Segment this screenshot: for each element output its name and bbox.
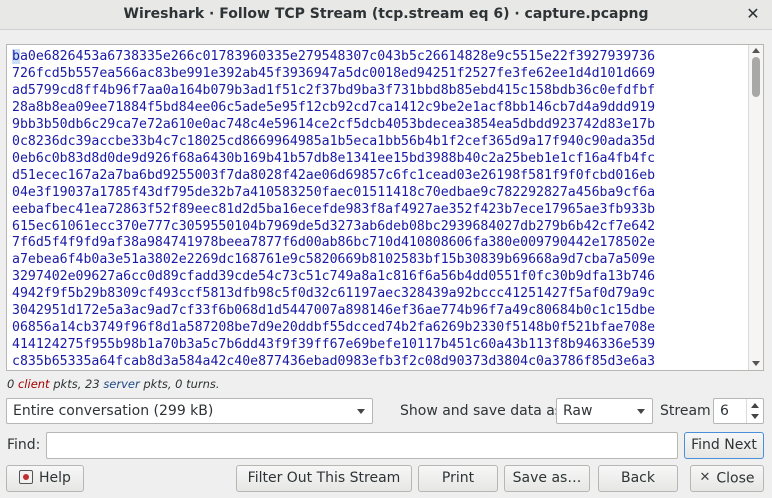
stream-line: ad5799cd8ff4b96f7aa0a164b079b3ad1f51c2f3… bbox=[12, 82, 656, 98]
chevron-down-icon bbox=[357, 409, 365, 414]
spinner-divider bbox=[746, 399, 747, 423]
find-next-button[interactable]: Find Next bbox=[684, 432, 764, 459]
help-label: Help bbox=[39, 470, 71, 486]
help-icon bbox=[19, 470, 34, 484]
save-as-button[interactable]: Save as… bbox=[504, 465, 590, 492]
stream-content-view[interactable]: ba0e6826453a6738335e266c01783960335e2795… bbox=[6, 44, 764, 371]
stream-scrollbar[interactable] bbox=[748, 45, 763, 370]
stream-line: 28a8b8ea09ee71884f5bd84ee06c5ade5e95f12c… bbox=[12, 99, 656, 115]
data-format-select[interactable]: Raw bbox=[556, 398, 653, 424]
stream-line: c835b65335a64fcab8d3a584a42c40e877436eba… bbox=[12, 354, 656, 369]
stream-line: d51ecec167a2a7ba6bd9255003f7da8028f42ae0… bbox=[12, 167, 656, 183]
scrollbar-thumb[interactable] bbox=[752, 57, 760, 97]
stream-line: 7f6d5f4f9fd9af38a984741978beea7877f6d00a… bbox=[12, 235, 656, 251]
stream-line: 06856a14cb3749f96f8d1a587208be7d9e20ddbf… bbox=[12, 320, 656, 336]
back-label: Back bbox=[621, 470, 655, 486]
conversation-select[interactable]: Entire conversation (299 kB) bbox=[6, 398, 373, 424]
chevron-down-icon bbox=[637, 409, 645, 414]
text-cursor-selection: b bbox=[12, 49, 20, 64]
window-title: Wireshark · Follow TCP Stream (tcp.strea… bbox=[123, 6, 649, 22]
stream-line: 4942f9f5b29b8309cf493ccf5813dfb98c5f0d32… bbox=[12, 286, 656, 302]
close-icon[interactable]: ✕ bbox=[742, 3, 764, 25]
client-label: client bbox=[17, 377, 50, 391]
help-button[interactable]: Help bbox=[6, 465, 84, 492]
stream-line: 3297402e09627a6cc0d89cfadd39cde54c73c51c… bbox=[12, 269, 656, 285]
spin-up-icon[interactable] bbox=[751, 403, 759, 408]
stream-line: ba0e6826453a6738335e266c01783960335e2795… bbox=[12, 49, 656, 64]
find-label: Find: bbox=[7, 437, 41, 453]
stream-line: 0eb6c0b83d8d0de9d926f68a6430b169b41b57db… bbox=[12, 150, 656, 166]
filter-out-label: Filter Out This Stream bbox=[247, 470, 401, 486]
scroll-down-arrow-icon[interactable] bbox=[752, 361, 760, 366]
conversation-select-value: Entire conversation (299 kB) bbox=[13, 403, 214, 419]
stream-line: 0c8236dc39accbe33b4c7c18025cd8669964985a… bbox=[12, 133, 656, 149]
find-input[interactable] bbox=[46, 432, 678, 459]
server-label: server bbox=[103, 377, 140, 391]
filter-out-stream-button[interactable]: Filter Out This Stream bbox=[236, 465, 412, 492]
stream-line: 9bb3b50db6c29ca7e72a610e0ac748c4e59614ce… bbox=[12, 116, 656, 132]
spin-down-icon[interactable] bbox=[751, 414, 759, 419]
stream-line: eebafbec41ea72863f52f89eec81d2d5ba16ecef… bbox=[12, 201, 656, 217]
stream-label: Stream bbox=[660, 403, 711, 419]
print-label: Print bbox=[441, 470, 475, 486]
print-button[interactable]: Print bbox=[418, 465, 498, 492]
data-format-value: Raw bbox=[563, 403, 593, 419]
stream-text[interactable]: ba0e6826453a6738335e266c01783960335e2795… bbox=[12, 49, 739, 369]
pkts-turns-text: pkts, 0 turns. bbox=[139, 377, 220, 391]
back-button[interactable]: Back bbox=[598, 465, 678, 492]
find-next-label: Find Next bbox=[691, 437, 757, 453]
stream-line: 3042951d172e5a3ac9ad7cf33f6b068d1d544700… bbox=[12, 303, 656, 319]
close-label: Close bbox=[716, 470, 755, 487]
pkts-text: pkts, bbox=[49, 377, 86, 391]
stream-line: a7ebea6f4b0a3e51a3802e2269dc168761e9c582… bbox=[12, 252, 656, 268]
show-data-label: Show and save data as bbox=[400, 403, 563, 419]
client-pkt-count: 0 bbox=[7, 377, 15, 391]
stream-stats: 0 client pkts, 23 server pkts, 0 turns. bbox=[7, 377, 220, 391]
close-button[interactable]: ✕ Close bbox=[690, 465, 764, 492]
stream-number-value: 6 bbox=[720, 403, 729, 419]
stream-line: 615ec61061ecc370e777c3059550104b7969de5d… bbox=[12, 218, 656, 234]
server-pkt-count: 23 bbox=[85, 377, 100, 391]
title-bar: Wireshark · Follow TCP Stream (tcp.strea… bbox=[0, 0, 772, 30]
scroll-up-arrow-icon[interactable] bbox=[752, 48, 760, 53]
save-as-label: Save as… bbox=[512, 470, 582, 486]
close-icon: ✕ bbox=[699, 470, 711, 485]
stream-number-spinner[interactable]: 6 bbox=[713, 398, 764, 424]
stream-line: 726fcd5b557ea566ac83be991e392ab45f393694… bbox=[12, 65, 656, 81]
stream-line: 414124275f955b98b1a70b3a5c7b6dd43f9f39ff… bbox=[12, 337, 656, 353]
stream-line: 04e3f19037a1785f43df795de32b7a410583250f… bbox=[12, 184, 656, 200]
